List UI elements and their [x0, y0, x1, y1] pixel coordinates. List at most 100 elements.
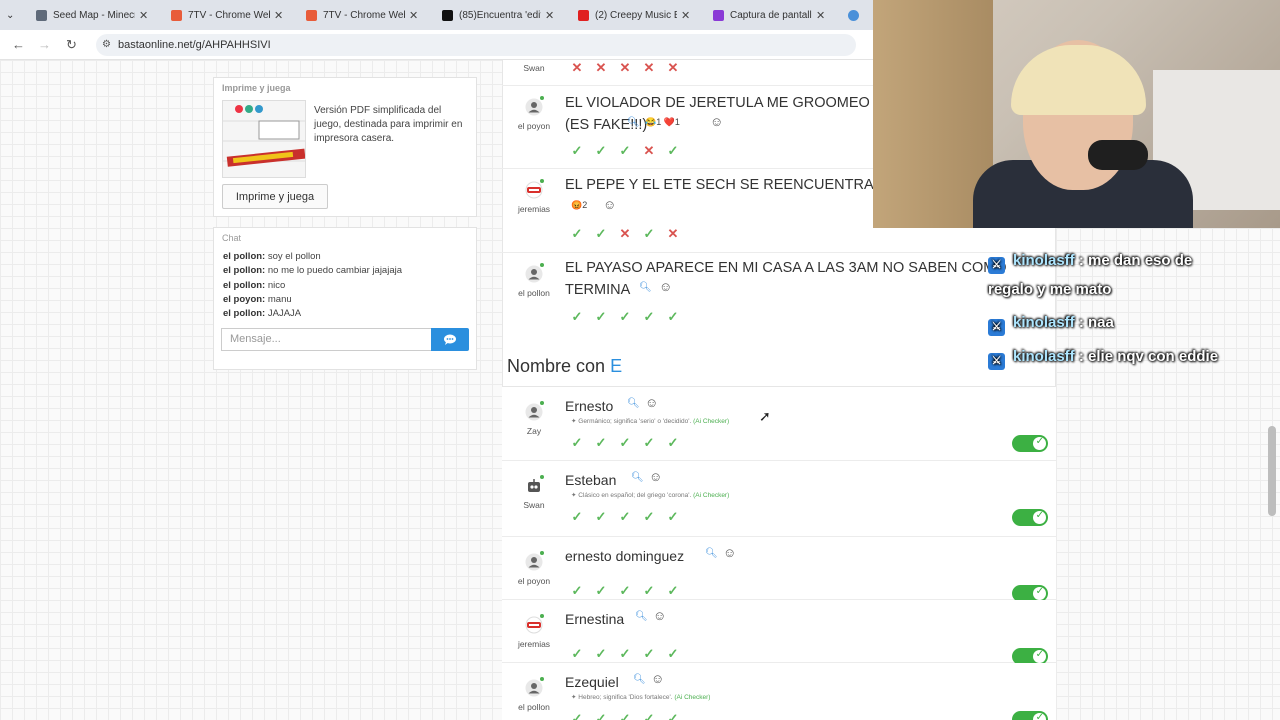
print-and-play-button[interactable]: Imprime y juega: [222, 184, 328, 209]
check-icon[interactable]: ✓: [618, 646, 632, 661]
validate-toggle[interactable]: ✓: [1012, 509, 1048, 526]
check-icon[interactable]: ✓: [570, 309, 584, 324]
check-icon[interactable]: ✓: [642, 583, 656, 598]
search-icon[interactable]: 🔍︎: [705, 548, 718, 559]
check-icon[interactable]: ✓: [642, 711, 656, 720]
cross-icon[interactable]: ✕: [618, 60, 632, 75]
add-reaction-icon[interactable]: ☺: [651, 671, 664, 686]
cross-icon[interactable]: ✕: [666, 60, 680, 75]
search-icon[interactable]: 🔍︎: [631, 472, 644, 483]
mouse-cursor-icon: ➚: [759, 408, 771, 424]
brand-avatar-icon: [525, 616, 543, 634]
check-icon[interactable]: ✓: [594, 646, 608, 661]
check-icon[interactable]: ✓: [570, 646, 584, 661]
check-icon[interactable]: ✓: [594, 509, 608, 524]
validate-toggle[interactable]: ✓: [1012, 435, 1048, 452]
vote-marks: ✓ ✓ ✓ ✓ ✓: [570, 646, 680, 661]
check-icon[interactable]: ✓: [570, 711, 584, 720]
validate-toggle[interactable]: ✓: [1012, 711, 1048, 720]
cross-icon[interactable]: ✕: [594, 60, 608, 75]
search-icon[interactable]: 🔍︎: [635, 611, 648, 622]
browser-tab[interactable]: Captura de pantalla ✕: [707, 4, 839, 26]
check-icon[interactable]: ✓: [618, 509, 632, 524]
check-icon[interactable]: ✓: [666, 309, 680, 324]
add-reaction-icon[interactable]: ☺: [653, 608, 666, 623]
tab-active[interactable]: [842, 4, 872, 26]
online-status-dot: [540, 179, 544, 183]
close-tab-icon[interactable]: ✕: [139, 9, 148, 22]
check-icon[interactable]: ✓: [570, 583, 584, 598]
chat-message-input[interactable]: Mensaje...: [221, 328, 432, 351]
add-reaction-icon[interactable]: ☺: [710, 114, 723, 129]
check-icon[interactable]: ✓: [570, 509, 584, 524]
moderator-badge-icon: ⚔: [988, 319, 1005, 336]
search-icon[interactable]: 🔍︎: [627, 117, 640, 128]
search-icon[interactable]: 🔍︎: [639, 282, 652, 293]
check-icon[interactable]: ✓: [594, 583, 608, 598]
browser-tab[interactable]: 7TV - Chrome Web Store ✕: [300, 4, 432, 26]
browser-tab[interactable]: (85)Encuentra 'edits' ✕: [436, 4, 568, 26]
reactions[interactable]: 😡2: [571, 200, 587, 211]
url-field[interactable]: ⚙ bastaonline.net/g/AHPAHHSIVI: [96, 34, 856, 56]
check-icon: ✓: [1035, 510, 1044, 521]
webcam-person-cap: [1011, 45, 1146, 115]
vote-marks: ✓ ✓ ✕ ✓ ✕: [570, 226, 680, 241]
check-icon[interactable]: ✓: [570, 435, 584, 450]
close-tab-icon[interactable]: ✕: [681, 9, 690, 22]
check-icon[interactable]: ✓: [618, 309, 632, 324]
close-tab-icon[interactable]: ✕: [274, 9, 283, 22]
check-icon[interactable]: ✓: [642, 646, 656, 661]
reload-icon[interactable]: ↻: [66, 37, 77, 53]
add-reaction-icon[interactable]: ☺: [649, 469, 662, 484]
tab-title: 7TV - Chrome Web Store: [188, 9, 270, 21]
close-tab-icon[interactable]: ✕: [816, 9, 825, 22]
check-icon[interactable]: ✓: [618, 711, 632, 720]
cross-icon[interactable]: ✕: [570, 60, 584, 75]
add-reaction-icon[interactable]: ☺: [723, 545, 736, 560]
check-icon[interactable]: ✓: [642, 226, 656, 241]
check-icon[interactable]: ✓: [618, 583, 632, 598]
check-icon[interactable]: ✓: [594, 226, 608, 241]
check-icon[interactable]: ✓: [666, 583, 680, 598]
check-icon[interactable]: ✓: [618, 435, 632, 450]
check-icon[interactable]: ✓: [570, 143, 584, 158]
tab-search-button[interactable]: ⌄: [0, 4, 30, 26]
check-icon[interactable]: ✓: [618, 143, 632, 158]
forward-icon[interactable]: →: [38, 37, 51, 52]
close-tab-icon[interactable]: ✕: [545, 9, 554, 22]
browser-tab[interactable]: 7TV - Chrome Web Store ✕: [165, 4, 297, 26]
cross-icon[interactable]: ✕: [642, 60, 656, 75]
cross-icon[interactable]: ✕: [618, 226, 632, 241]
check-icon[interactable]: ✓: [666, 711, 680, 720]
chat-send-button[interactable]: [431, 328, 469, 351]
ai-meaning: ✦ Germánico; significa 'serio' o 'decidi…: [571, 418, 730, 425]
check-icon[interactable]: ✓: [570, 226, 584, 241]
search-icon[interactable]: 🔍︎: [633, 674, 646, 685]
chat-text: no me lo puedo cambiar jajajaja: [267, 265, 402, 277]
add-reaction-icon[interactable]: ☺: [603, 197, 616, 212]
speech-bubble-icon: [444, 334, 456, 345]
check-icon[interactable]: ✓: [642, 309, 656, 324]
check-icon[interactable]: ✓: [666, 509, 680, 524]
cross-icon[interactable]: ✕: [642, 143, 656, 158]
search-icon[interactable]: 🔍︎: [627, 398, 640, 409]
close-tab-icon[interactable]: ✕: [409, 9, 418, 22]
stream-chat-text: : elie nqv con eddie: [1078, 348, 1219, 365]
back-icon[interactable]: ←: [12, 37, 25, 52]
browser-tab[interactable]: (2) Creepy Music Box ✕: [572, 4, 704, 26]
check-icon[interactable]: ✓: [666, 143, 680, 158]
check-icon[interactable]: ✓: [594, 711, 608, 720]
check-icon[interactable]: ✓: [642, 435, 656, 450]
check-icon[interactable]: ✓: [594, 309, 608, 324]
scrollbar-thumb[interactable]: [1268, 426, 1276, 516]
check-icon[interactable]: ✓: [642, 509, 656, 524]
add-reaction-icon[interactable]: ☺: [645, 395, 658, 410]
check-icon[interactable]: ✓: [666, 435, 680, 450]
cross-icon[interactable]: ✕: [666, 226, 680, 241]
check-icon[interactable]: ✓: [594, 143, 608, 158]
browser-tab[interactable]: Seed Map - Minecraft ✕: [30, 4, 162, 26]
add-reaction-icon[interactable]: ☺: [659, 279, 672, 294]
check-icon[interactable]: ✓: [594, 435, 608, 450]
reactions[interactable]: 😂1 ❤️1: [645, 117, 680, 128]
check-icon[interactable]: ✓: [666, 646, 680, 661]
